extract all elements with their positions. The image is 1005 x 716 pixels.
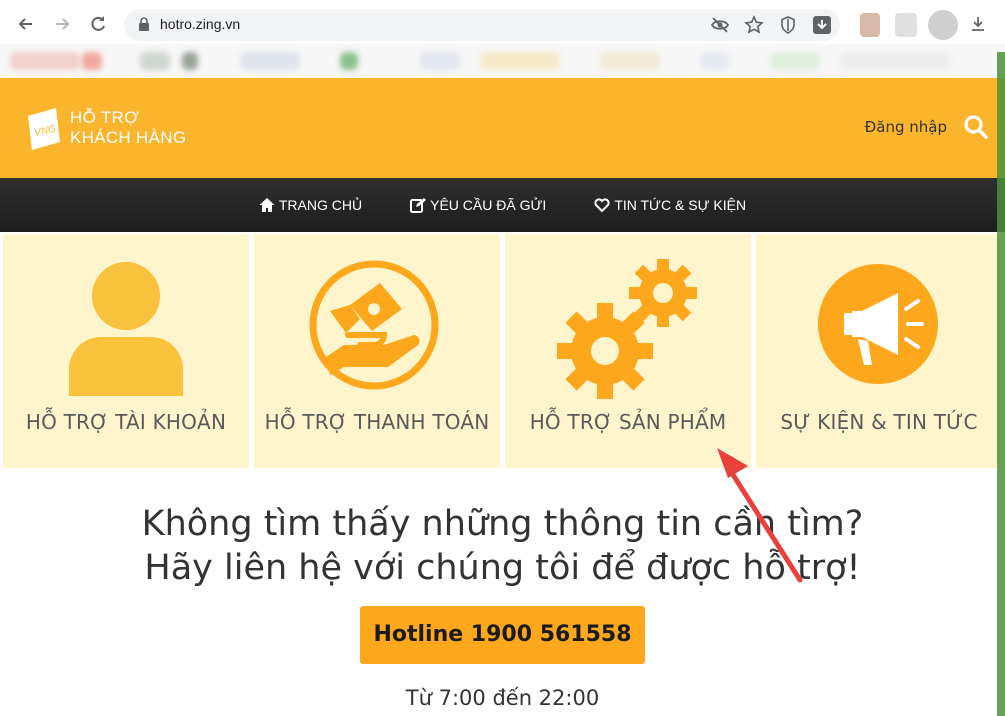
user-icon	[69, 262, 183, 396]
back-icon[interactable]	[16, 14, 36, 34]
card-product-support[interactable]: HỖ TRỢ SẢN PHẨM	[505, 234, 751, 468]
search-icon[interactable]	[963, 114, 989, 140]
lock-icon	[139, 17, 149, 31]
gears-icon	[557, 259, 697, 399]
window-edge	[997, 52, 1005, 716]
logo-text[interactable]: HỖ TRỢ KHÁCH HÀNG	[70, 108, 186, 148]
megaphone-icon	[818, 264, 938, 384]
downloads-icon[interactable]	[968, 14, 988, 34]
reload-icon[interactable]	[88, 14, 108, 34]
card-events-news[interactable]: SỰ KIỆN & TIN TỨC	[756, 234, 1002, 468]
vng-logo-icon[interactable]: VNG	[26, 106, 62, 152]
forward-icon[interactable]	[52, 14, 72, 34]
login-link[interactable]: Đăng nhập	[865, 118, 947, 136]
nav-item-home[interactable]: TRANG CHỦ	[259, 197, 362, 213]
support-hours: Từ 7:00 đến 22:00	[405, 686, 600, 710]
payment-icon	[309, 260, 439, 390]
heart-icon	[594, 198, 610, 213]
hotline-button[interactable]: Hotline 1900 561558	[360, 606, 645, 664]
avatar[interactable]	[928, 10, 958, 40]
url-text[interactable]: hotro.zing.vn	[160, 16, 240, 32]
card-payment-support[interactable]: HỖ TRỢ THANH TOÁN	[254, 234, 500, 468]
main-nav: TRANG CHỦ YÊU CẦU ĐÃ GỬI TIN TỨC & SỰ KI…	[0, 178, 1005, 232]
bookmarks-bar	[0, 44, 1005, 78]
shield-icon[interactable]	[778, 15, 798, 35]
home-icon	[259, 198, 275, 212]
card-account-support[interactable]: HỖ TRỢ TÀI KHOẢN	[3, 234, 249, 468]
contact-headline: Không tìm thấy những thông tin cần tìm? …	[141, 504, 864, 588]
address-bar[interactable]: hotro.zing.vn	[124, 9, 840, 41]
extension-icon[interactable]	[895, 13, 917, 37]
extension-icon[interactable]	[860, 13, 880, 37]
eye-off-icon[interactable]	[710, 15, 730, 35]
nav-item-requests[interactable]: YÊU CẦU ĐÃ GỬI	[410, 197, 546, 213]
site-header: VNG HỖ TRỢ KHÁCH HÀNG Đăng nhập	[0, 78, 1005, 178]
support-categories: HỖ TRỢ TÀI KHOẢN HỖ TRỢ THANH TOÁN HỖ TR…	[0, 232, 1005, 468]
edit-icon	[410, 198, 427, 213]
download-icon[interactable]	[812, 15, 832, 35]
star-icon[interactable]	[744, 15, 764, 35]
nav-item-news[interactable]: TIN TỨC & SỰ KIỆN	[594, 197, 746, 213]
